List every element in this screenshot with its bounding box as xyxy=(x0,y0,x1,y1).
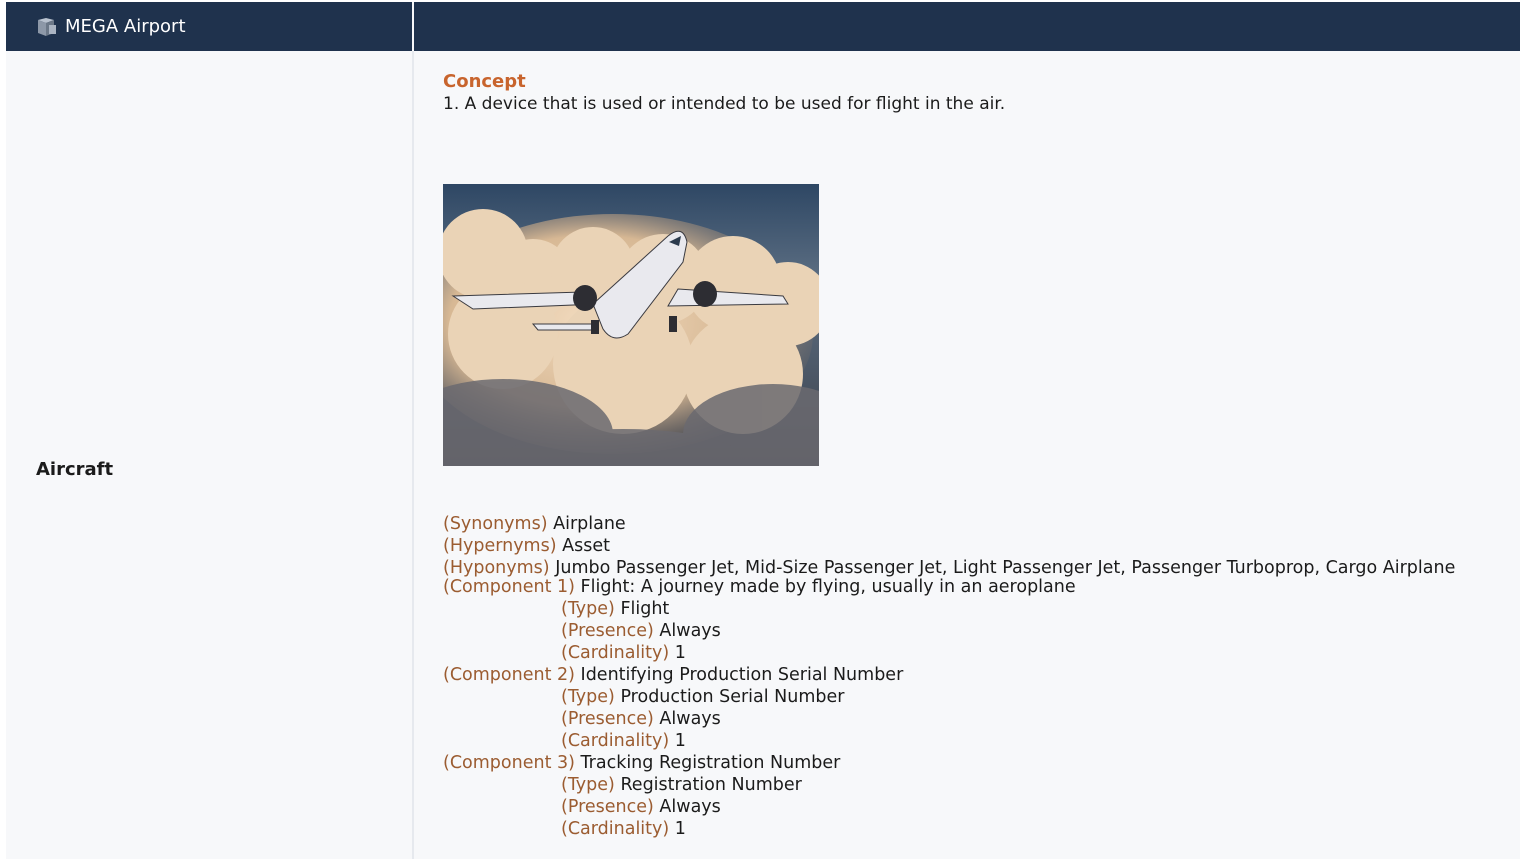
type-label: (Type) xyxy=(561,687,615,707)
type-value: Production Serial Number xyxy=(620,687,845,707)
presence-label: (Presence) xyxy=(561,797,654,817)
component-2-type-row: (Type) Production Serial Number xyxy=(561,686,845,708)
component-label: (Component 1) xyxy=(443,577,575,597)
type-value: Registration Number xyxy=(620,775,802,795)
concept-definition: 1. A device that is used or intended to … xyxy=(443,94,1006,114)
cardinality-label: (Cardinality) xyxy=(561,731,670,751)
component-2-presence-row: (Presence) Always xyxy=(561,708,721,730)
presence-value: Always xyxy=(659,621,721,641)
component-label: (Component 3) xyxy=(443,753,575,773)
component-1-type-row: (Type) Flight xyxy=(561,598,669,620)
component-value: Identifying Production Serial Number xyxy=(580,665,904,685)
component-3-cardinality-row: (Cardinality) 1 xyxy=(561,818,686,840)
type-label: (Type) xyxy=(561,775,615,795)
cube-icon xyxy=(38,18,56,36)
concept-heading: Concept xyxy=(443,71,526,92)
component-value: Tracking Registration Number xyxy=(580,753,841,773)
synonyms-label: (Synonyms) xyxy=(443,514,548,534)
airplane-photo xyxy=(443,184,819,466)
component-3-presence-row: (Presence) Always xyxy=(561,796,721,818)
presence-label: (Presence) xyxy=(561,709,654,729)
hyponyms-value: Jumbo Passenger Jet, Mid-Size Passenger … xyxy=(555,558,1456,578)
hypernyms-label: (Hypernyms) xyxy=(443,536,557,556)
component-label: (Component 2) xyxy=(443,665,575,685)
hypernyms-value: Asset xyxy=(562,536,610,556)
app-title: MEGA Airport xyxy=(65,16,186,37)
presence-value: Always xyxy=(659,709,721,729)
component-3-type-row: (Type) Registration Number xyxy=(561,774,802,796)
component-1-row: (Component 1) Flight: A journey made by … xyxy=(443,576,1076,598)
hyponyms-label: (Hyponyms) xyxy=(443,558,550,578)
component-1-presence-row: (Presence) Always xyxy=(561,620,721,642)
component-value: Flight: A journey made by flying, usuall… xyxy=(580,577,1076,597)
component-2-row: (Component 2) Identifying Production Ser… xyxy=(443,664,903,686)
column-divider xyxy=(412,51,414,859)
cardinality-label: (Cardinality) xyxy=(561,643,670,663)
hypernyms-row: (Hypernyms) Asset xyxy=(443,535,610,557)
cardinality-label: (Cardinality) xyxy=(561,819,670,839)
component-3-row: (Component 3) Tracking Registration Numb… xyxy=(443,752,840,774)
type-value: Flight xyxy=(620,599,670,619)
cardinality-value: 1 xyxy=(674,819,686,839)
term-name: Aircraft xyxy=(36,459,114,480)
cardinality-value: 1 xyxy=(674,643,686,663)
type-label: (Type) xyxy=(561,599,615,619)
header-bar-right xyxy=(414,2,1520,51)
component-2-cardinality-row: (Cardinality) 1 xyxy=(561,730,686,752)
presence-value: Always xyxy=(659,797,721,817)
presence-label: (Presence) xyxy=(561,621,654,641)
synonyms-row: (Synonyms) Airplane xyxy=(443,513,626,535)
app-header: MEGA Airport xyxy=(6,2,412,51)
synonyms-value: Airplane xyxy=(553,514,626,534)
cardinality-value: 1 xyxy=(674,731,686,751)
component-1-cardinality-row: (Cardinality) 1 xyxy=(561,642,686,664)
